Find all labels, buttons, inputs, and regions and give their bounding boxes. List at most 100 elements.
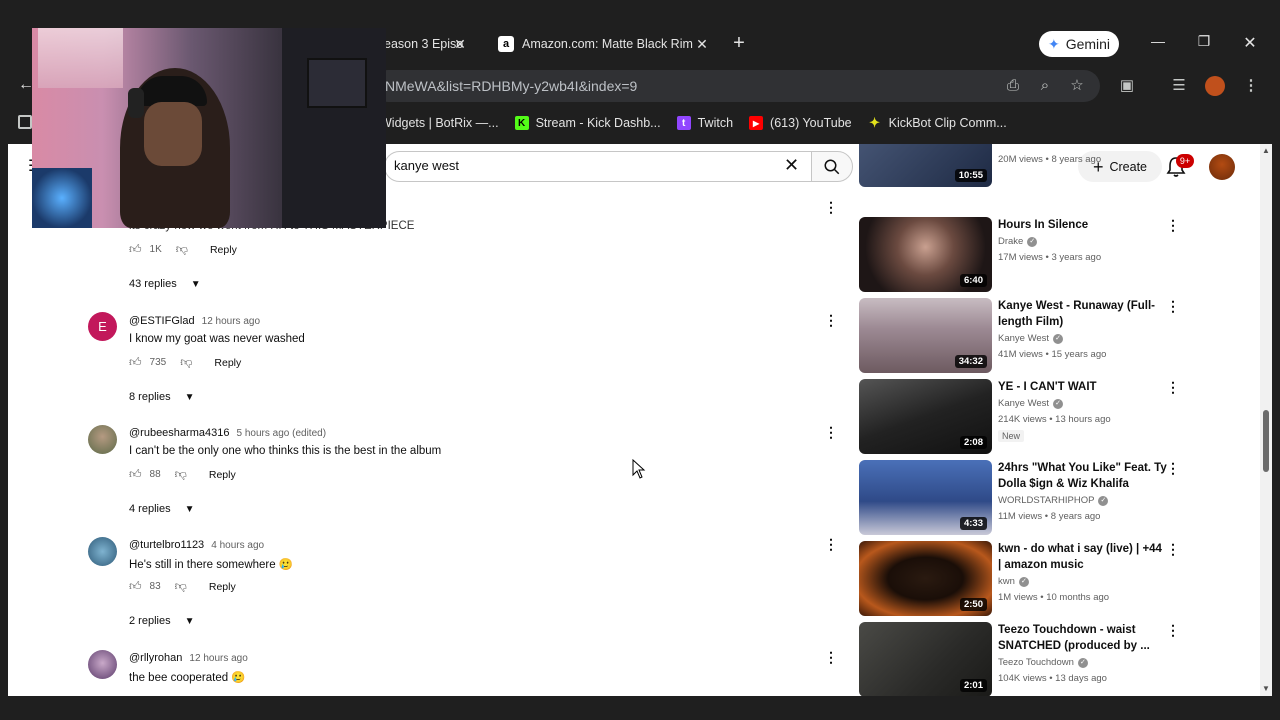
thumbs-up-icon[interactable]: 👍︎ <box>129 579 142 594</box>
video-menu-icon[interactable]: ⋮ <box>1166 298 1180 314</box>
account-avatar[interactable] <box>1209 154 1235 180</box>
commenter-avatar[interactable] <box>88 425 117 454</box>
thumbs-down-icon[interactable]: 👎︎ <box>175 467 187 482</box>
thumbs-down-icon[interactable]: 👎︎ <box>180 355 192 370</box>
recommendation-item[interactable]: 2:08 YE - I CAN'T WAIT Kanye West ✓ 214K… <box>859 379 1189 454</box>
comment-time[interactable]: 5 hours ago (edited) <box>237 428 327 439</box>
commenter-avatar[interactable] <box>88 650 117 679</box>
video-thumbnail[interactable]: 2:08 <box>859 379 992 454</box>
thumbs-up-icon[interactable]: 👍︎ <box>129 467 142 482</box>
scroll-up-arrow-icon[interactable]: ▲ <box>1260 146 1272 155</box>
video-menu-icon[interactable]: ⋮ <box>1166 379 1180 395</box>
zoom-icon[interactable]: ⌕ <box>1036 77 1054 95</box>
scroll-down-arrow-icon[interactable]: ▼ <box>1260 684 1272 693</box>
clear-search-icon[interactable]: ✕ <box>784 155 799 176</box>
restore-icon[interactable]: ❐ <box>1192 33 1216 53</box>
channel-label[interactable]: Kanye West <box>998 333 1049 344</box>
author-handle[interactable]: @rubeesharma4316 <box>129 427 229 439</box>
thumbs-down-icon[interactable]: 👎︎ <box>176 242 188 257</box>
bookmark-youtube[interactable]: ▶ (613) YouTube <box>749 116 852 130</box>
bookmark-star-icon[interactable]: ☆ <box>1068 77 1086 95</box>
video-title[interactable]: Kanye West - Runaway (Full-length Film) <box>998 298 1168 330</box>
view-replies-button[interactable]: 4 replies ▼ <box>129 503 194 515</box>
author-handle[interactable]: @turtelbro1123 <box>129 539 204 551</box>
author-handle[interactable]: @rllyrohan <box>129 652 182 664</box>
comment-author[interactable]: @ESTIFGlad 12 hours ago <box>129 315 260 327</box>
recommendation-item[interactable]: 4:33 24hrs "What You Like" Feat. Ty Doll… <box>859 460 1189 535</box>
bookmark-botrix[interactable]: Widgets | BotRix —... <box>380 116 499 130</box>
comment-menu-icon[interactable]: ⋮ <box>824 312 838 328</box>
channel-label[interactable]: kwn <box>998 576 1015 587</box>
channel-name[interactable]: kwn ✓ <box>998 576 1029 587</box>
video-title[interactable]: YE - I CAN'T WAIT <box>998 379 1168 395</box>
channel-name[interactable]: Drake ✓ <box>998 236 1038 247</box>
channel-label[interactable]: Kanye West <box>998 398 1049 409</box>
channel-label[interactable]: WORLDSTARHIPHOP <box>998 495 1094 506</box>
thumbs-up-icon[interactable]: 👍︎ <box>129 242 142 257</box>
view-replies-button[interactable]: 43 replies ▼ <box>129 278 201 290</box>
view-replies-button[interactable]: 8 replies ▼ <box>129 391 194 403</box>
author-handle[interactable]: @ESTIFGlad <box>129 315 195 327</box>
video-menu-icon[interactable]: ⋮ <box>1166 217 1180 233</box>
bookmark-kick-dashboard[interactable]: K Stream - Kick Dashb... <box>514 116 661 130</box>
video-thumbnail[interactable]: 4:33 <box>859 460 992 535</box>
recommendation-item[interactable]: 2:50 kwn - do what i say (live) | +44 | … <box>859 541 1189 616</box>
apps-grid-icon[interactable] <box>18 115 32 129</box>
search-button[interactable] <box>811 151 853 182</box>
recommendation-item[interactable]: 10:55 20M views • 8 years ago <box>859 144 1189 187</box>
commenter-avatar[interactable]: E <box>88 312 117 341</box>
video-menu-icon[interactable]: ⋮ <box>1166 460 1180 476</box>
close-icon[interactable]: ✕ <box>694 36 710 52</box>
channel-name[interactable]: Kanye West ✓ <box>998 333 1064 344</box>
comment-time[interactable]: 4 hours ago <box>211 540 264 551</box>
recommendation-item[interactable]: 34:32 Kanye West - Runaway (Full-length … <box>859 298 1189 373</box>
minimize-icon[interactable]: — <box>1146 33 1170 53</box>
commenter-avatar[interactable] <box>88 537 117 566</box>
comment-menu-icon[interactable]: ⋮ <box>824 536 838 552</box>
comment-menu-icon[interactable]: ⋮ <box>824 424 838 440</box>
video-title[interactable]: Hours In Silence <box>998 217 1168 233</box>
comment-time[interactable]: 12 hours ago <box>189 653 247 664</box>
install-app-icon[interactable]: ⎙ <box>1004 77 1022 95</box>
bookmark-twitch[interactable]: t Twitch <box>676 116 733 130</box>
reply-button[interactable]: Reply <box>209 581 236 593</box>
channel-label[interactable]: Drake <box>998 236 1023 247</box>
comment-menu-icon[interactable]: ⋮ <box>824 199 838 215</box>
url-text[interactable]: NMeWA&list=RDHBMy-y2wb4I&index=9 <box>385 78 637 94</box>
video-thumbnail[interactable]: 34:32 <box>859 298 992 373</box>
comment-author[interactable]: @turtelbro1123 4 hours ago <box>129 539 264 551</box>
video-menu-icon[interactable]: ⋮ <box>1166 622 1180 638</box>
video-thumbnail[interactable]: 10:55 <box>859 144 992 187</box>
reply-button[interactable]: Reply <box>214 357 241 369</box>
close-icon[interactable]: ✕ <box>452 36 468 52</box>
gemini-button[interactable]: ✦ Gemini <box>1039 31 1119 57</box>
thumbs-up-icon[interactable]: 👍︎ <box>129 355 142 370</box>
recommendation-item[interactable]: 6:40 Hours In Silence Drake ✓ 17M views … <box>859 217 1189 292</box>
thumbs-down-icon[interactable]: 👎︎ <box>175 579 187 594</box>
side-panel-icon[interactable]: ▣ <box>1118 77 1136 95</box>
video-title[interactable]: kwn - do what i say (live) | +44 | amazo… <box>998 541 1168 573</box>
video-title[interactable]: Teezo Touchdown - waist SNATCHED (produc… <box>998 622 1168 654</box>
comment-author[interactable]: @rllyrohan 12 hours ago <box>129 652 248 664</box>
video-thumbnail[interactable]: 2:01 <box>859 622 992 696</box>
video-thumbnail[interactable]: 6:40 <box>859 217 992 292</box>
recommendation-item[interactable]: 2:01 Teezo Touchdown - waist SNATCHED (p… <box>859 622 1189 696</box>
reply-button[interactable]: Reply <box>210 244 237 256</box>
comment-author[interactable]: @rubeesharma4316 5 hours ago (edited) <box>129 427 326 439</box>
channel-name[interactable]: Kanye West ✓ <box>998 398 1064 409</box>
menu-dots-icon[interactable]: ⋮ <box>1242 77 1260 95</box>
profile-avatar[interactable] <box>1205 76 1225 96</box>
channel-name[interactable]: Teezo Touchdown ✓ <box>998 657 1088 668</box>
view-replies-button[interactable]: 2 replies ▼ <box>129 615 194 627</box>
search-query-text[interactable]: kanye west <box>394 158 459 173</box>
comment-time[interactable]: 12 hours ago <box>202 316 260 327</box>
tab-amazon[interactable]: a Amazon.com: Matte Black Rim ✕ <box>496 28 714 60</box>
reply-button[interactable]: Reply <box>209 469 236 481</box>
bookmark-kickbot[interactable]: ✦ KickBot Clip Comm... <box>868 115 1007 130</box>
channel-label[interactable]: Teezo Touchdown <box>998 657 1074 668</box>
channel-name[interactable]: WORLDSTARHIPHOP ✓ <box>998 495 1109 506</box>
media-controls-icon[interactable]: ☰ <box>1170 77 1188 95</box>
close-window-icon[interactable]: ✕ <box>1238 33 1262 53</box>
video-title[interactable]: 24hrs "What You Like" Feat. Ty Dolla $ig… <box>998 460 1168 492</box>
video-menu-icon[interactable]: ⋮ <box>1166 541 1180 557</box>
